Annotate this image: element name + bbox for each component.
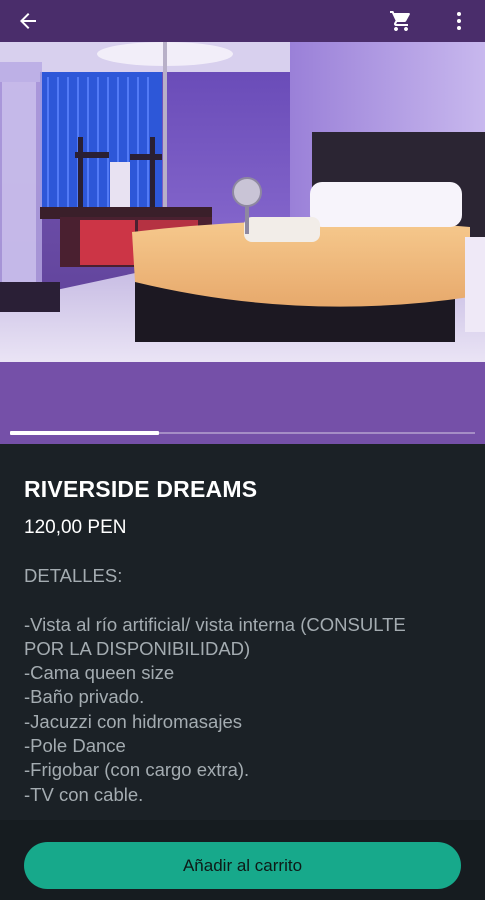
details-spacer: [24, 588, 464, 612]
details-line: -Jacuzzi con hidromasajes: [24, 710, 242, 732]
details-line: -Cama queen size: [24, 662, 175, 684]
gallery-indicator-active: [10, 431, 159, 435]
details-heading: DETALLES:: [24, 565, 123, 586]
product-description: DETALLES: -Vista al río artificial/ vist…: [24, 564, 464, 807]
details-line: POR LA DISPONIBILIDAD): [24, 637, 251, 659]
room-photo[interactable]: [0, 42, 485, 362]
cart-button[interactable]: [377, 0, 425, 42]
app-bar: [0, 0, 485, 42]
arrow-left-icon: [20, 13, 36, 29]
product-price: 120,00 PEN: [24, 517, 127, 538]
details-line: -Baño privado.: [24, 686, 145, 708]
back-button[interactable]: [4, 0, 52, 42]
room-illustration: [0, 42, 485, 362]
add-to-cart-button[interactable]: Añadir al carrito: [24, 842, 461, 889]
details-line: -Vista al río artificial/ vista interna …: [24, 613, 406, 635]
more-vertical-icon: [457, 12, 461, 30]
more-options-button[interactable]: [435, 0, 483, 42]
details-line: -Pole Dance: [24, 735, 126, 757]
product-title: RIVERSIDE DREAMS: [24, 476, 258, 502]
details-line: -TV con cable.: [24, 783, 144, 805]
shopping-cart-icon: [390, 11, 410, 31]
details-line: -Frigobar (con cargo extra).: [24, 759, 250, 781]
